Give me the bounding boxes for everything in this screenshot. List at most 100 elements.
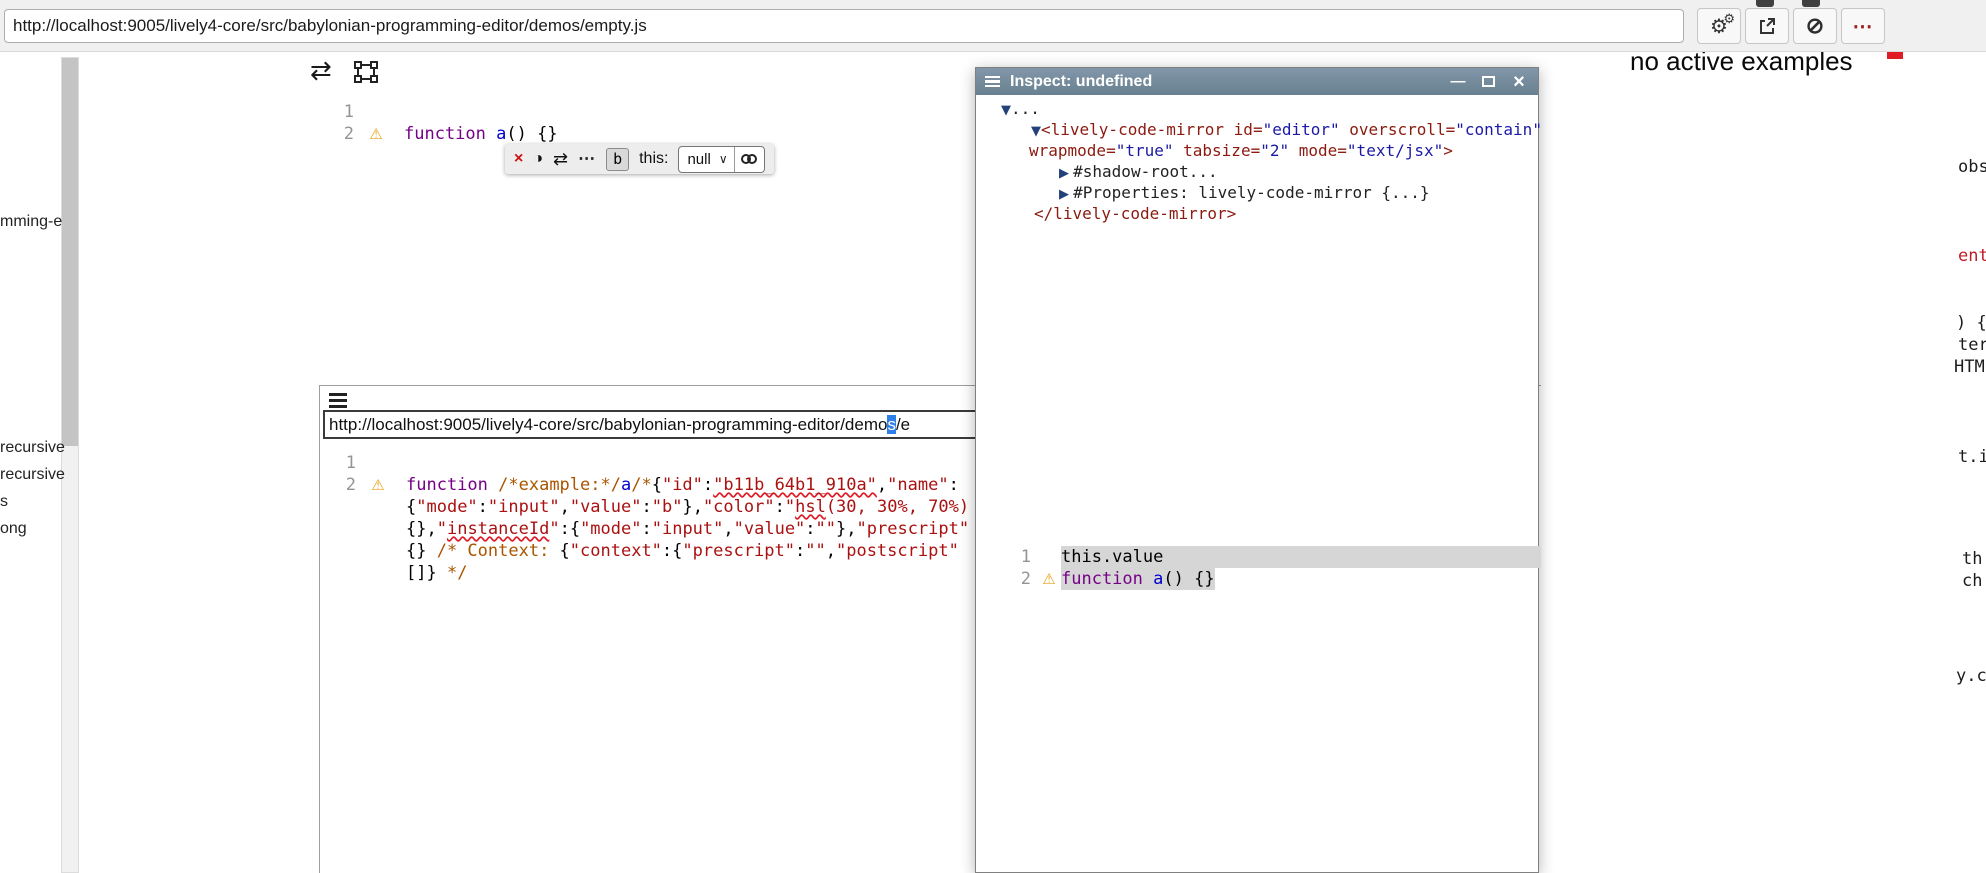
warning-slot [362, 101, 390, 123]
code-token: "editor" [1263, 120, 1340, 139]
code-token: function [404, 124, 486, 144]
code-token: */ [447, 563, 467, 583]
code-token: "input" [652, 519, 724, 539]
code-token: "name" [887, 475, 948, 495]
minimize-button[interactable]: — [1448, 73, 1468, 90]
code-token: "color" [703, 497, 775, 517]
code-token: <lively-code-mirror [1041, 120, 1224, 139]
code-token: "2" [1260, 141, 1289, 160]
code-token: " [437, 519, 447, 539]
warning-slot [364, 540, 392, 562]
code-token: "id" [662, 475, 703, 495]
clipped-text-fragment: mming-e [0, 212, 62, 232]
code-token: "prescript" [682, 541, 795, 561]
url-input[interactable]: http://localhost:9005/lively4-core/src/b… [323, 410, 979, 439]
close-button[interactable]: × [1509, 72, 1529, 92]
url-selection: s [887, 415, 896, 434]
url-text: http://localhost:9005/lively4-core/src/b… [329, 415, 887, 434]
code-token: " [549, 519, 559, 539]
code-editor-main[interactable]: 12⚠function a() {} [318, 101, 978, 145]
close-icon[interactable]: × [514, 150, 523, 168]
inspector-titlebar[interactable]: Inspect: undefined — × [976, 68, 1538, 95]
settings-button[interactable]: ⚙ ⚙ [1697, 8, 1741, 44]
warning-slot [364, 496, 392, 518]
code-token: ▼ [1001, 103, 1011, 118]
chevron-down-icon: ∨ [719, 152, 734, 166]
code-token: #shadow-root... [1073, 162, 1218, 181]
clipped-text-fragment: ter [1958, 334, 1986, 356]
external-link-icon [1757, 16, 1777, 36]
code-line[interactable]: ▶ #Properties: lively-code-mirror {...} [976, 182, 1538, 203]
clipped-text-fragment: ent [1958, 245, 1986, 267]
clipped-text-fragment: ) { [1956, 312, 1986, 334]
clipped-text-fragment: th [1962, 548, 1982, 570]
open-external-button[interactable] [1745, 8, 1789, 44]
ellipsis-icon[interactable]: ⋯ [578, 149, 596, 169]
line-number [320, 540, 364, 562]
toggle-icon[interactable]: ◑ [533, 150, 543, 168]
code-token [1289, 141, 1299, 160]
menu-icon[interactable] [329, 393, 347, 408]
link-icon[interactable] [734, 147, 764, 172]
code-token [1340, 120, 1350, 139]
clipped-text-fragment: s [0, 492, 8, 512]
line-number: 2 [320, 474, 364, 496]
code-token: () {} [506, 124, 557, 144]
address-bar-input[interactable]: http://localhost:9005/lively4-core/src/b… [4, 9, 1684, 43]
code-token: ▼ [1031, 124, 1041, 139]
code-token: : [641, 519, 651, 539]
element-tree[interactable]: ▼...▼<lively-code-mirror id="editor" ove… [976, 98, 1538, 224]
swap-arrows-icon[interactable]: ⇄ [553, 149, 568, 170]
selection-frame-button[interactable] [352, 58, 380, 91]
window-control-stub[interactable] [1756, 0, 1774, 7]
swap-arrows-icon: ⇄ [310, 55, 332, 85]
scrollbar-thumb[interactable] [62, 58, 78, 446]
code-token: , [723, 519, 733, 539]
window-control-stub[interactable] [1802, 0, 1820, 7]
warning-slot [364, 518, 392, 540]
code-token: "" [805, 541, 825, 561]
code-token: : [775, 497, 785, 517]
code-line[interactable]: wrapmode="true" tabsize="2" mode="text/j… [976, 140, 1538, 161]
ellipsis-icon: ⋯ [1853, 14, 1874, 39]
code-token: : [703, 475, 713, 495]
code-token: "input" [488, 497, 560, 517]
code-token: this.value [1061, 547, 1163, 567]
code-line[interactable]: 1 [318, 101, 978, 123]
code-editor-inspector[interactable]: 1this.value2⚠function a() {} [1003, 546, 1541, 590]
warning-slot [1037, 546, 1061, 568]
code-line[interactable]: ▼... [976, 98, 1538, 119]
code-token: "contain" [1455, 120, 1542, 139]
code-line[interactable]: ▶ #shadow-root... [976, 161, 1538, 182]
line-number: 1 [318, 101, 362, 123]
clipped-text-fragment: y.c [1956, 665, 1986, 687]
warning-icon: ⚠ [364, 474, 392, 496]
warning-icon: ⚠ [362, 123, 390, 145]
code-line[interactable]: 2⚠function a() {} [318, 123, 978, 145]
code-line[interactable]: ▼<lively-code-mirror id="editor" overscr… [976, 119, 1538, 140]
clipped-text-fragment: ch [1962, 570, 1982, 592]
maximize-button[interactable] [1482, 76, 1495, 87]
code-token: "mode" [580, 519, 641, 539]
code-token: }, [682, 497, 702, 517]
this-value-select[interactable]: null ∨ [678, 146, 764, 173]
code-token: { [406, 497, 416, 517]
code-line[interactable]: </lively-code-mirror> [976, 203, 1538, 224]
block-icon: ⊘ [1806, 13, 1824, 39]
frame-icon [352, 58, 380, 86]
disable-button[interactable]: ⊘ [1793, 8, 1837, 44]
window-title: Inspect: undefined [1010, 73, 1438, 91]
example-b-button[interactable]: b [606, 148, 629, 171]
warning-slot [364, 562, 392, 584]
code-token: > [1443, 141, 1453, 160]
scrollbar[interactable] [61, 57, 79, 873]
code-token: "b11b_64b1_910a" [713, 475, 877, 495]
code-line[interactable]: 2⚠function a() {} [1003, 568, 1541, 590]
code-token: /* [631, 475, 651, 495]
code-token: tabsize= [1183, 141, 1260, 160]
menu-icon[interactable] [985, 76, 1000, 88]
swap-connections-button[interactable]: ⇄ [310, 55, 332, 86]
code-token: ... [1011, 99, 1040, 118]
more-options-button[interactable]: ⋯ [1841, 8, 1885, 44]
code-line[interactable]: 1this.value [1003, 546, 1541, 568]
